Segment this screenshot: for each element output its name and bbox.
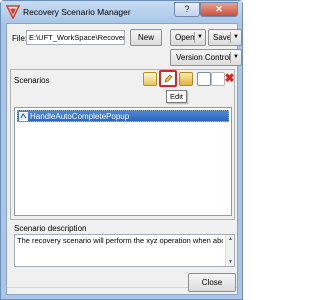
title-bar[interactable]: Recovery Scenario Manager ? ✕ bbox=[1, 1, 242, 23]
version-control-divider bbox=[230, 52, 231, 63]
app-logo-icon bbox=[6, 5, 20, 19]
copy-icon[interactable] bbox=[197, 72, 211, 86]
open-button-divider bbox=[194, 32, 195, 43]
dialog-body: File: E:\UFT_WorkSpace\Recovery New Open… bbox=[6, 23, 242, 295]
open-scenario-icon[interactable] bbox=[179, 72, 193, 86]
save-button-label: Save bbox=[213, 33, 232, 42]
dropdown-arrow-icon: ▼ bbox=[197, 34, 203, 40]
scroll-up-icon[interactable]: ▲ bbox=[227, 236, 234, 242]
help-icon: ? bbox=[184, 4, 190, 14]
save-button[interactable]: Save ▼ bbox=[208, 29, 242, 46]
save-button-divider bbox=[230, 32, 231, 43]
dropdown-arrow-icon: ▼ bbox=[233, 54, 239, 60]
scenarios-list[interactable]: HandleAutoCompletePopup bbox=[14, 107, 232, 216]
edit-tooltip: Edit bbox=[166, 90, 187, 103]
file-label: File: bbox=[12, 34, 28, 43]
file-path-field[interactable]: E:\UFT_WorkSpace\Recovery bbox=[26, 30, 125, 45]
new-button[interactable]: New bbox=[130, 29, 162, 46]
list-item-label: HandleAutoCompletePopup bbox=[30, 112, 130, 121]
scenario-description-label: Scenario description bbox=[14, 224, 87, 233]
close-button[interactable]: Close bbox=[188, 273, 236, 292]
scenario-description-field[interactable]: The recovery scenario will perform the x… bbox=[14, 234, 235, 267]
scenarios-label: Scenarios bbox=[14, 76, 50, 85]
new-scenario-icon[interactable] bbox=[143, 72, 157, 86]
scroll-down-icon[interactable]: ▼ bbox=[227, 259, 234, 265]
help-button[interactable]: ? bbox=[174, 2, 200, 17]
recovery-scenario-manager-window: Recovery Scenario Manager ? ✕ File: E:\U… bbox=[0, 0, 243, 300]
scenarios-panel: Scenarios ✖ Edit HandleAutoCompletePopup bbox=[10, 69, 235, 220]
description-scrollbar[interactable]: ▲ ▼ bbox=[225, 235, 234, 266]
edit-scenario-button[interactable] bbox=[159, 70, 177, 87]
delete-icon[interactable]: ✖ bbox=[223, 72, 236, 86]
pencil-icon bbox=[164, 74, 173, 83]
version-control-button[interactable]: Version Control ▼ bbox=[170, 49, 242, 66]
scenario-description-text: The recovery scenario will perform the x… bbox=[17, 236, 223, 245]
open-button[interactable]: Open ▼ bbox=[170, 29, 206, 46]
version-control-label: Version Control bbox=[176, 53, 231, 62]
list-item[interactable]: HandleAutoCompletePopup bbox=[17, 110, 229, 122]
open-button-label: Open bbox=[175, 33, 195, 42]
window-close-button[interactable]: ✕ bbox=[200, 2, 238, 17]
scenario-icon bbox=[19, 112, 28, 121]
window-title: Recovery Scenario Manager bbox=[23, 7, 131, 17]
close-icon: ✕ bbox=[215, 4, 223, 14]
dropdown-arrow-icon: ▼ bbox=[233, 34, 239, 40]
